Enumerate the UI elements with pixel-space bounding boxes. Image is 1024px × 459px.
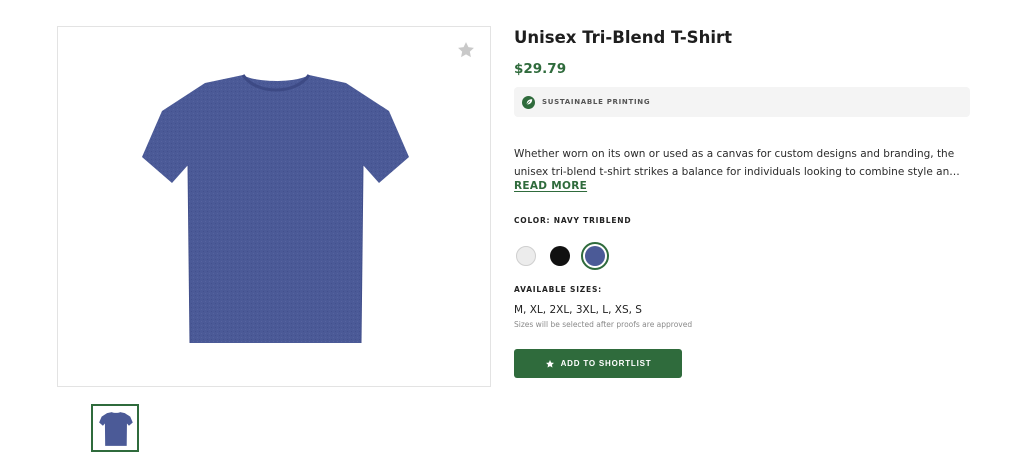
swatch-navy-triblend[interactable] <box>585 246 605 266</box>
swatch-white[interactable] <box>516 246 536 266</box>
star-icon <box>545 359 554 368</box>
read-more-link[interactable]: READ MORE <box>514 180 587 192</box>
add-to-shortlist-button[interactable]: ADD TO SHORTLIST <box>514 349 682 378</box>
sizes-note: Sizes will be selected after proofs are … <box>514 320 693 329</box>
add-to-shortlist-label: ADD TO SHORTLIST <box>560 359 652 368</box>
swatch-black[interactable] <box>550 246 570 266</box>
sizes-label: AVAILABLE SIZES: <box>514 285 602 294</box>
sustainable-badge: SUSTAINABLE PRINTING <box>514 87 970 117</box>
sizes-list: M, XL, 2XL, 3XL, L, XS, S <box>514 304 642 316</box>
color-label: COLOR: NAVY TRIBLEND <box>514 216 632 225</box>
product-description: Whether worn on its own or used as a can… <box>514 145 970 181</box>
product-price: $29.79 <box>514 61 567 77</box>
description-line: unisex tri-blend t-shirt strikes a balan… <box>514 166 960 178</box>
product-page: Unisex Tri-Blend T-Shirt $29.79 SUSTAINA… <box>0 0 1024 459</box>
badge-label: SUSTAINABLE PRINTING <box>542 98 651 106</box>
description-line: Whether worn on its own or used as a can… <box>514 148 955 160</box>
product-image-frame <box>57 26 491 387</box>
product-title: Unisex Tri-Blend T-Shirt <box>514 28 732 47</box>
tshirt-image <box>142 74 409 344</box>
leaf-icon <box>522 95 535 109</box>
thumbnail-image[interactable] <box>91 404 139 452</box>
favorite-star-icon[interactable] <box>456 40 476 60</box>
tshirt-thumbnail-icon <box>99 412 133 446</box>
